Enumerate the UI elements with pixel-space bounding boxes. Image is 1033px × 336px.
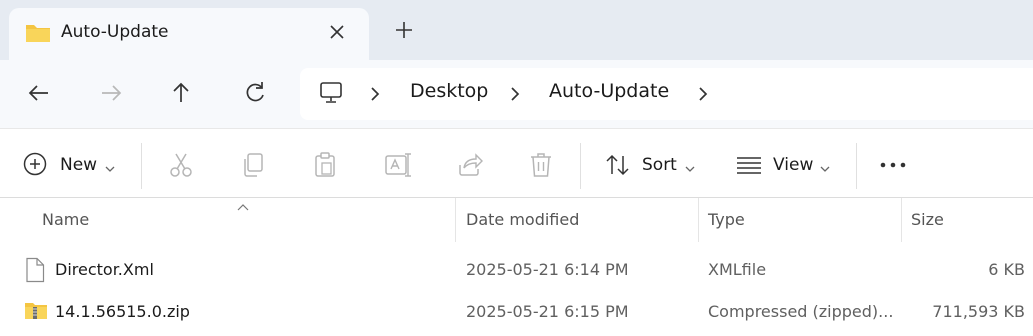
new-tab-icon[interactable] xyxy=(392,18,416,42)
chevron-down-icon xyxy=(819,159,831,178)
breadcrumb-auto-update[interactable]: Auto-Update xyxy=(549,80,669,102)
chevron-down-icon xyxy=(684,159,696,178)
file-type: XMLfile xyxy=(708,260,767,279)
view-list-icon xyxy=(735,153,763,181)
column-name[interactable]: Name xyxy=(42,210,89,229)
copy-icon[interactable] xyxy=(240,151,266,179)
sort-ascending-icon xyxy=(236,198,250,217)
file-name: 14.1.56515.0.zip xyxy=(55,302,190,321)
tab-title: Auto-Update xyxy=(61,22,169,42)
column-size[interactable]: Size xyxy=(911,210,944,229)
new-button[interactable]: New xyxy=(22,151,122,179)
new-label: New xyxy=(60,155,98,175)
chevron-right-icon[interactable] xyxy=(696,86,710,106)
document-icon xyxy=(24,257,46,287)
paste-icon[interactable] xyxy=(312,151,338,179)
column-header: Name Date modified Type Size xyxy=(0,198,1033,242)
rename-icon[interactable] xyxy=(384,151,412,179)
chevron-right-icon[interactable] xyxy=(368,86,382,106)
view-label: View xyxy=(773,155,814,175)
file-row[interactable]: 14.1.56515.0.zip 2025-05-21 6:15 PM Comp… xyxy=(0,292,1033,332)
delete-icon[interactable] xyxy=(528,151,554,179)
up-arrow-icon[interactable] xyxy=(166,78,196,108)
navigation-bar: Desktop Auto-Update xyxy=(0,60,1033,128)
file-size: 6 KB xyxy=(988,260,1025,279)
address-bar[interactable]: Desktop Auto-Update xyxy=(300,68,1033,120)
sort-label: Sort xyxy=(642,155,677,175)
sort-icon xyxy=(604,151,632,183)
back-arrow-icon[interactable] xyxy=(24,78,54,108)
view-button[interactable]: View xyxy=(735,151,835,179)
tab-auto-update[interactable]: Auto-Update xyxy=(9,8,369,60)
file-date: 2025-05-21 6:15 PM xyxy=(466,302,629,321)
folder-icon xyxy=(25,22,51,48)
breadcrumb-desktop[interactable]: Desktop xyxy=(410,80,488,102)
column-date-modified[interactable]: Date modified xyxy=(466,210,579,229)
share-icon[interactable] xyxy=(456,151,484,179)
file-name: Director.Xml xyxy=(55,260,154,279)
zip-folder-icon xyxy=(24,299,48,327)
command-bar: New Sort View xyxy=(0,128,1033,198)
refresh-icon[interactable] xyxy=(240,78,270,108)
cut-icon[interactable] xyxy=(168,151,194,179)
chevron-down-icon xyxy=(104,159,116,178)
file-date: 2025-05-21 6:14 PM xyxy=(466,260,629,279)
tab-strip: Auto-Update xyxy=(0,0,1033,60)
file-size: 711,593 KB xyxy=(932,302,1025,321)
file-type: Compressed (zipped)... xyxy=(708,302,894,321)
this-pc-icon[interactable] xyxy=(318,80,344,110)
chevron-right-icon[interactable] xyxy=(508,86,522,106)
close-icon[interactable] xyxy=(325,20,349,44)
column-type[interactable]: Type xyxy=(708,210,745,229)
plus-circle-icon xyxy=(22,151,48,181)
sort-button[interactable]: Sort xyxy=(604,151,700,179)
more-icon[interactable] xyxy=(879,153,907,181)
file-row[interactable]: Director.Xml 2025-05-21 6:14 PM XMLfile … xyxy=(0,250,1033,290)
forward-arrow-icon[interactable] xyxy=(96,78,126,108)
